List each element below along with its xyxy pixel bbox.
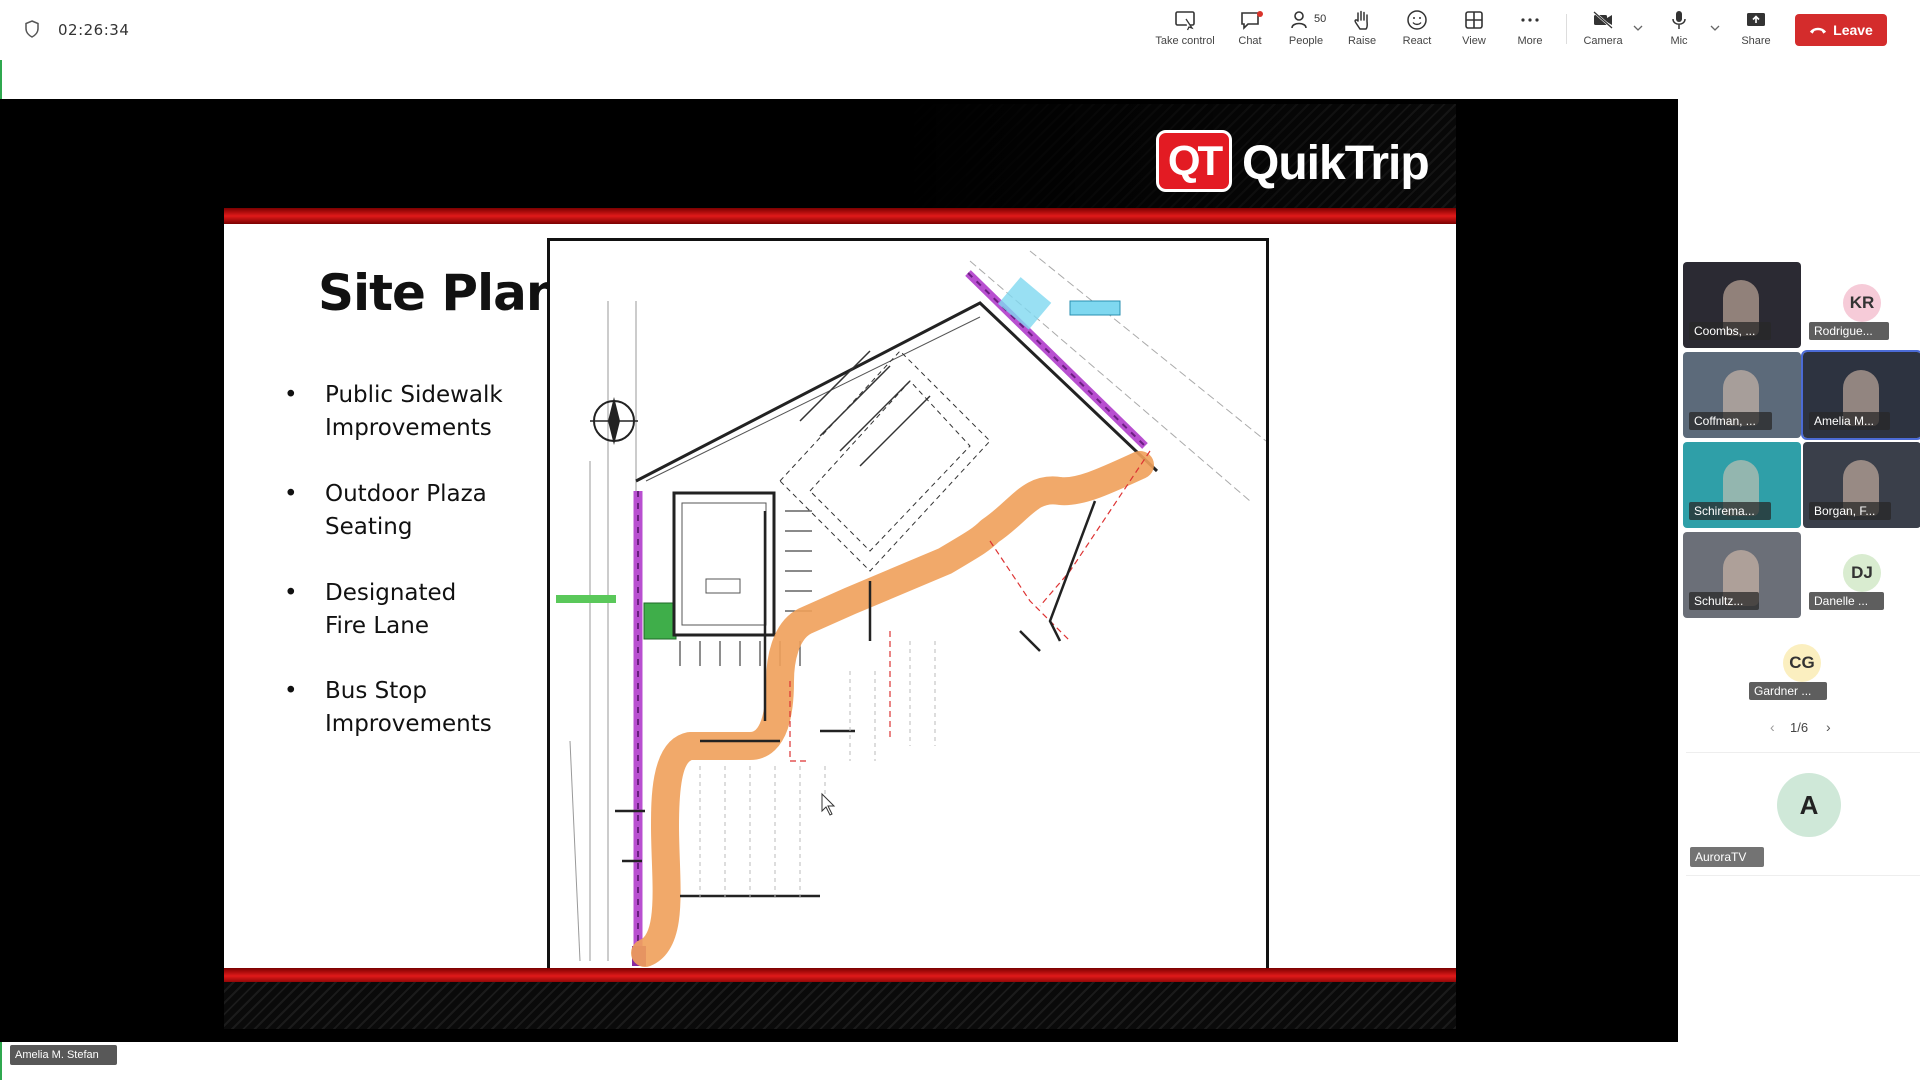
camera-button[interactable]: Camera [1580, 8, 1626, 52]
participant-name: Gardner ... [1749, 682, 1828, 700]
bullet-dot: • [284, 580, 298, 606]
previous-page-chevron-left-icon[interactable]: ‹ [1770, 719, 1775, 735]
slide-title: Site Plan [318, 264, 561, 322]
bullet-item: • Public Sidewalk Improvements [284, 379, 504, 445]
share-button[interactable]: Share [1738, 8, 1774, 52]
participant-tile[interactable]: Schirema... [1683, 442, 1801, 528]
mouse-cursor-icon [821, 792, 836, 816]
participant-name: Schultz... [1689, 592, 1760, 610]
chat-unread-dot [1257, 11, 1263, 17]
take-control-button[interactable]: Take control [1150, 8, 1220, 52]
bullet-dot: • [284, 481, 298, 507]
participant-name: Amelia M... [1809, 412, 1891, 430]
quiktrip-logo: QT QuikTrip [1156, 130, 1446, 192]
avatar: A [1777, 773, 1841, 837]
participant-name: Coombs, ... [1689, 322, 1772, 340]
bullet-dot: • [284, 382, 298, 408]
participant-tile[interactable]: Schultz... [1683, 532, 1801, 618]
more-dots-icon [1521, 18, 1539, 22]
share-label: Share [1741, 35, 1771, 47]
bullet-text: Public Sidewalk Improvements [325, 382, 503, 441]
participant-tile[interactable]: Coombs, ... [1683, 262, 1801, 348]
bullet-dot: • [284, 678, 298, 704]
more-button[interactable]: More [1513, 8, 1547, 52]
chat-label: Chat [1238, 35, 1262, 47]
share-screen-icon [1747, 13, 1765, 26]
hang-up-phone-icon [1810, 27, 1827, 34]
shield-icon [25, 20, 39, 38]
leave-button[interactable]: Leave [1795, 14, 1887, 46]
participant-tile[interactable]: Borgan, F... [1803, 442, 1920, 528]
mic-options-chevron-down-icon[interactable] [1709, 22, 1721, 34]
active-speaker-name: Amelia M. Stefan [10, 1045, 117, 1065]
participant-name: Danelle ... [1809, 592, 1885, 610]
more-label: More [1517, 35, 1543, 47]
raise-label: Raise [1347, 35, 1377, 47]
participant-name: AuroraTV [1690, 847, 1765, 867]
mic-button[interactable]: Mic [1664, 8, 1694, 52]
avatar: CG [1783, 644, 1821, 682]
page-indicator: 1/6 [1790, 720, 1809, 735]
people-icon [1291, 11, 1307, 29]
participant-tile[interactable]: KR Rodrigue... [1803, 262, 1920, 348]
participant-name: Borgan, F... [1809, 502, 1892, 520]
presentation-slide: QT QuikTrip Site Plan • Public Sidewalk I… [224, 104, 1456, 1029]
participant-tile[interactable]: Coffman, ... [1683, 352, 1801, 438]
bullet-item: • Bus Stop Improvements [284, 675, 504, 741]
raise-hand-icon [1354, 10, 1368, 30]
bullet-text: Bus Stop Improvements [325, 678, 492, 737]
slide-footer-band [224, 982, 1456, 1029]
bullet-item: • Outdoor Plaza Seating [284, 478, 504, 544]
participant-name: Coffman, ... [1689, 412, 1772, 430]
take-control-label: Take control [1155, 35, 1215, 47]
bullet-text: Outdoor Plaza Seating [325, 481, 487, 540]
people-label: People [1288, 35, 1324, 47]
camera-options-chevron-down-icon[interactable] [1632, 22, 1644, 34]
view-button[interactable]: View [1457, 8, 1491, 52]
raise-hand-button[interactable]: Raise [1344, 8, 1380, 52]
participant-tile[interactable]: DJ Danelle ... [1803, 532, 1920, 618]
site-plan-svg [556, 250, 1267, 967]
avatar: KR [1843, 284, 1881, 322]
people-count: 50 [1314, 13, 1327, 25]
people-button[interactable]: 50 People [1283, 8, 1329, 52]
toolbar-divider [1566, 14, 1567, 44]
meeting-timer: 02:26:34 [58, 21, 130, 39]
participant-name: Schirema... [1689, 502, 1771, 520]
bullet-item: • Designated Fire Lane [284, 577, 504, 643]
view-label: View [1462, 35, 1486, 47]
meeting-toolbar: 02:26:34 Take control Chat 50 People Rai… [0, 0, 1920, 60]
quiktrip-wordmark: QuikTrip [1242, 137, 1430, 190]
leave-label: Leave [1833, 22, 1873, 38]
chat-button[interactable]: Chat [1233, 8, 1267, 52]
microphone-icon [1672, 11, 1686, 29]
participant-tile[interactable]: CG Gardner ... [1743, 622, 1861, 708]
slide-top-red-bar [224, 208, 1456, 224]
participant-tile[interactable]: Amelia M... [1801, 350, 1920, 440]
camera-label: Camera [1583, 35, 1623, 47]
aurora-tv-tile[interactable]: A AuroraTV [1686, 752, 1920, 876]
bullet-text: Designated Fire Lane [325, 580, 457, 639]
participant-name: Rodrigue... [1809, 322, 1889, 340]
camera-off-icon [1593, 11, 1613, 29]
react-label: React [1402, 35, 1432, 47]
avatar: DJ [1843, 554, 1881, 592]
react-smiley-icon [1407, 10, 1427, 30]
participants-panel: Coombs, ... KR Rodrigue... Coffman, ... Amel… [1678, 60, 1920, 1080]
take-control-icon [1175, 11, 1195, 31]
qt-badge: QT [1156, 130, 1232, 192]
react-button[interactable]: React [1399, 8, 1435, 52]
site-plan-drawing [547, 238, 1269, 973]
mic-label: Mic [1670, 35, 1688, 47]
next-page-chevron-right-icon[interactable]: › [1826, 719, 1831, 735]
north-arrow-icon [590, 397, 638, 445]
grid-view-icon [1465, 11, 1483, 29]
